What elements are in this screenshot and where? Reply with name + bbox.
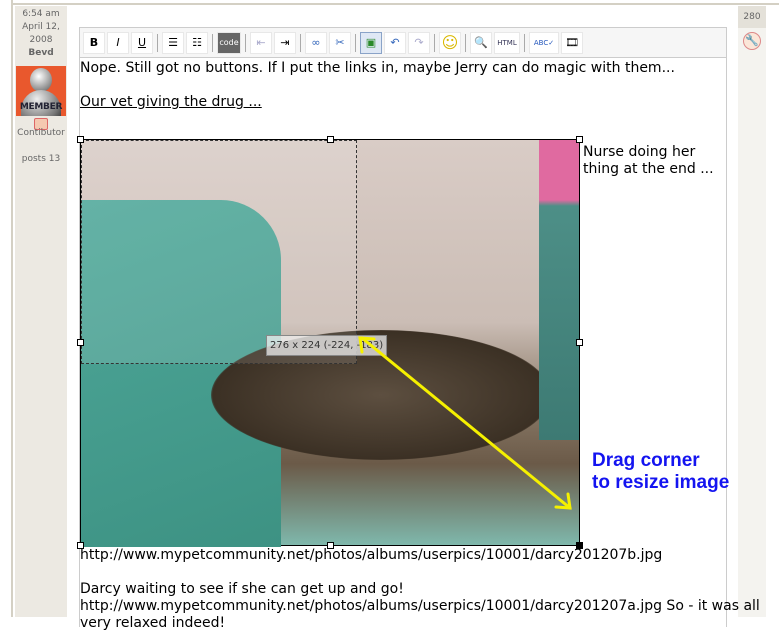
post-date: April 12,: [22, 22, 60, 32]
italic-button[interactable]: I: [107, 31, 129, 54]
preview-button[interactable]: 🔍: [470, 31, 492, 54]
code-button[interactable]: code: [217, 31, 241, 54]
embedded-photo[interactable]: 276 x 224 (-224, -183): [77, 136, 583, 549]
toolbar-separator: [212, 33, 213, 52]
resize-handle[interactable]: [327, 136, 334, 143]
rich-text-editor[interactable]: B I U ☰ ☷ code ⇤ ⇥ ∞ ✂ ▣ ↶ ↷ ☺ 🔍 HTML ABC✓ 🎞 Nope. Still …: [77, 27, 760, 631]
top-divider: [12, 0, 779, 5]
text-line: very relaxed indeed!: [80, 615, 226, 631]
resize-tooltip: 276 x 224 (-224, -183): [266, 335, 388, 356]
resize-handle[interactable]: [77, 136, 84, 143]
left-divider: [11, 0, 13, 617]
unlink-button[interactable]: ✂: [329, 31, 351, 54]
wrench-icon[interactable]: 🔧: [743, 32, 761, 50]
editor-toolbar: B I U ☰ ☷ code ⇤ ⇥ ∞ ✂ ▣ ↶ ↷ ☺ 🔍 HTML ABC✓ 🎞: [80, 28, 726, 58]
url-text: http://www.mypetcommunity.net/photos/alb…: [80, 547, 663, 563]
outdent-button[interactable]: ⇤: [250, 31, 272, 54]
post-year: 2008: [29, 35, 53, 45]
media-button[interactable]: 🎞: [561, 31, 583, 54]
photo-nurse: [539, 140, 579, 440]
resize-handle[interactable]: [77, 339, 84, 346]
undo-button[interactable]: ↶: [384, 31, 406, 54]
link-button[interactable]: ∞: [305, 31, 327, 54]
resize-preview-outline: [81, 140, 357, 364]
insert-image-button[interactable]: ▣: [360, 31, 382, 54]
resize-handle[interactable]: [576, 136, 583, 143]
avatar[interactable]: MEMBER: [16, 66, 66, 116]
toolbar-separator: [300, 33, 301, 52]
annotation-line: to resize image: [592, 472, 730, 493]
html-button[interactable]: HTML: [494, 31, 520, 54]
toolbar-separator: [434, 33, 435, 52]
post-count: posts 13: [21, 154, 61, 164]
toolbar-separator: [355, 33, 356, 52]
text-line: http://www.mypetcommunity.net/photos/alb…: [80, 598, 760, 614]
bullet-list-button[interactable]: ☰: [162, 31, 184, 54]
author-name[interactable]: Bevd: [15, 47, 67, 60]
nurse-caption: Nurse doing her thing at the end ...: [583, 144, 714, 177]
smiley-button[interactable]: ☺: [439, 31, 461, 54]
avatar-label: MEMBER: [19, 102, 63, 112]
numbered-list-button[interactable]: ☷: [186, 31, 208, 54]
avatar-head: [30, 68, 52, 92]
post-time: 6:54 am: [22, 9, 60, 19]
underline-button[interactable]: U: [131, 31, 153, 54]
text-line: Darcy waiting to see if she can get up a…: [80, 581, 404, 597]
text-line: Our vet giving the drug ...: [80, 94, 262, 110]
annotation-line: Drag corner: [592, 450, 700, 471]
resize-handle[interactable]: [576, 339, 583, 346]
text-line: Nope. Still got no buttons. If I put the…: [80, 60, 675, 76]
author-role: Contibutor: [17, 128, 65, 138]
indent-button[interactable]: ⇥: [274, 31, 296, 54]
toolbar-separator: [524, 33, 525, 52]
toolbar-separator: [157, 33, 158, 52]
toolbar-separator: [245, 33, 246, 52]
toolbar-separator: [465, 33, 466, 52]
redo-button[interactable]: ↷: [408, 31, 430, 54]
annotation-text: Drag corner to resize image: [592, 450, 729, 494]
bold-button[interactable]: B: [83, 31, 105, 54]
right-column: 280 🔧: [738, 6, 766, 617]
spellcheck-button[interactable]: ABC✓: [529, 31, 559, 54]
post-number: 280: [738, 6, 766, 28]
post-author-panel: 6:54 am April 12, 2008 Bevd MEMBER Conti…: [15, 6, 67, 617]
